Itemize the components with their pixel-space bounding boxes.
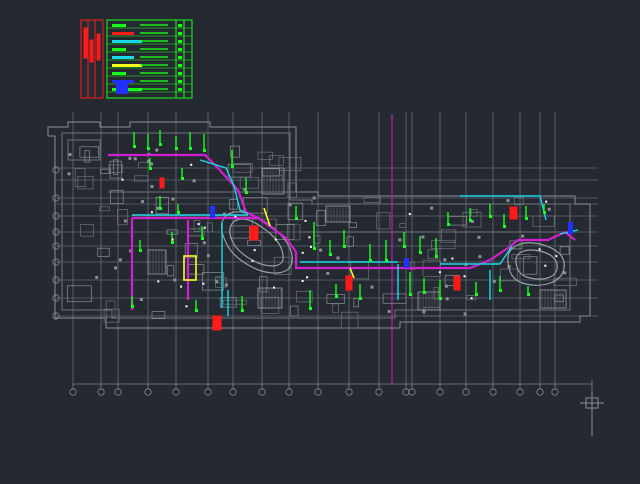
view-cube-icon[interactable] <box>580 392 604 436</box>
structural-detail <box>67 145 577 329</box>
axis-bubbles <box>52 166 559 396</box>
branch-pipe-cyan <box>132 159 579 316</box>
title-block <box>80 19 104 99</box>
building-outline <box>47 121 591 329</box>
main-pipe-magenta <box>108 114 576 384</box>
cad-drawing-canvas[interactable] <box>0 0 640 480</box>
legend-table <box>106 19 193 99</box>
floor-plan-drawing[interactable] <box>0 0 640 480</box>
atrium-left <box>220 211 293 274</box>
fixtures-green <box>121 130 558 312</box>
